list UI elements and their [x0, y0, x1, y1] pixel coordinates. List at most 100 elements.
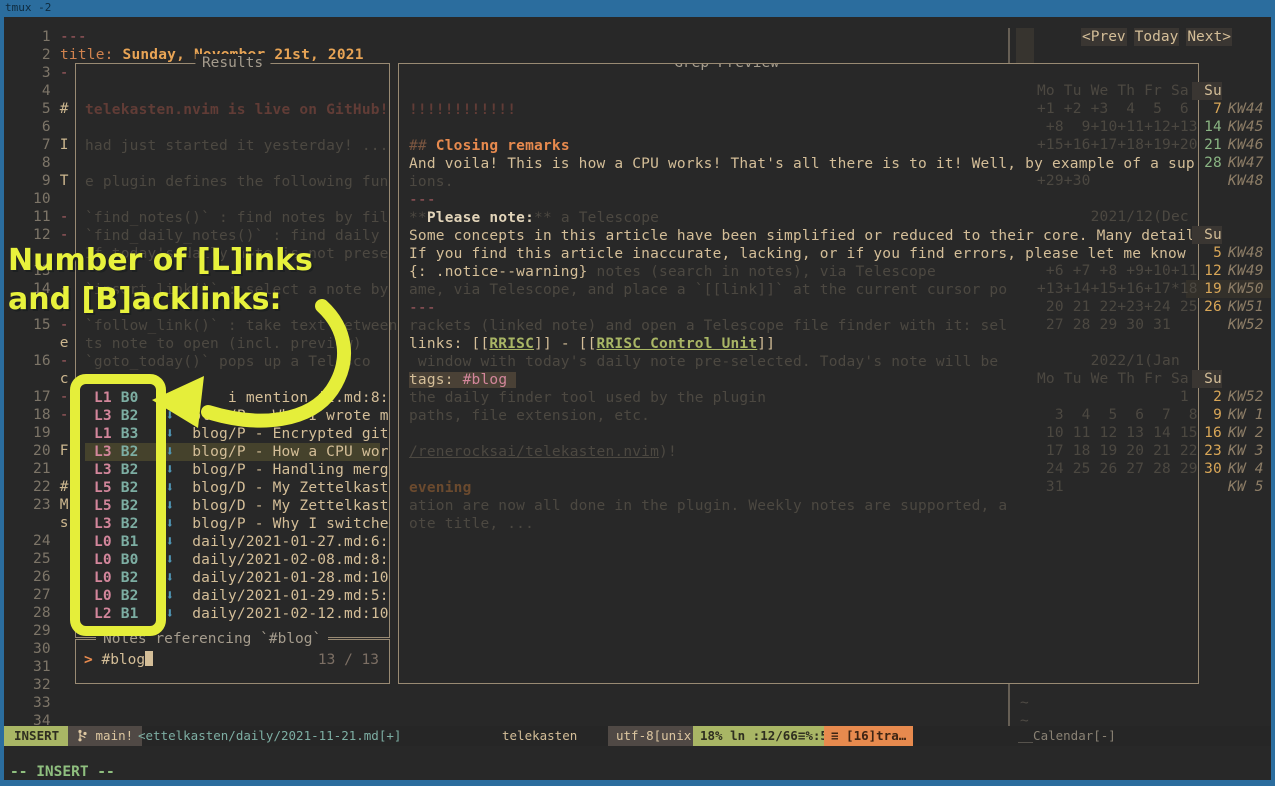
preview-row: the daily finder tool used by the plugin: [409, 389, 766, 407]
entry-label: blog/P - Encrypted git: [192, 426, 388, 442]
results-ghost-row: `follow_link()` : take text between: [85, 317, 398, 335]
line-number: 1: [33, 29, 51, 45]
line-number: 26: [33, 569, 51, 585]
entry-label: daily/2021-02-12.md:10: [192, 606, 388, 622]
gutter-row: 4: [33, 82, 51, 100]
preview-text: Some concepts in this article have been …: [409, 228, 1195, 244]
line-number: 17: [33, 389, 51, 405]
preview-text: window with today's daily note pre-selec…: [409, 354, 998, 370]
preview-text: Please note:: [427, 210, 534, 226]
preview-text: ---: [409, 300, 436, 316]
calendar-week-number: KW52: [1228, 388, 1264, 406]
calendar-week-number: KW 1: [1228, 406, 1264, 424]
gutter-row: 10: [33, 190, 51, 208]
calendar-day[interactable]: 19: [1192, 280, 1222, 298]
command-line-mode: -- INSERT --: [10, 763, 115, 780]
results-ghost-row: `goto_today()` pops up a Telesco: [85, 353, 371, 371]
gutter-row: 3 -: [33, 64, 69, 82]
preview-text: And voila! This is how a CPU works! That…: [409, 156, 1195, 172]
entry-label: blog/D - My Zettelkast: [192, 480, 388, 496]
entry-label: blog/P - Why I wrote m: [192, 408, 388, 424]
gutter-row: 22 #: [33, 478, 69, 496]
preview-text: links: [[: [409, 336, 489, 352]
calendar-day[interactable]: 28: [1192, 154, 1222, 172]
mode-indicator: INSERT: [4, 726, 69, 746]
line-number: 20: [33, 443, 51, 459]
calendar-day[interactable]: 7: [1192, 100, 1222, 118]
gutter-row: 30: [33, 640, 51, 658]
calendar-day[interactable]: 12: [1192, 262, 1222, 280]
line-number: 32: [33, 677, 51, 693]
calendar-day[interactable]: 26: [1192, 298, 1222, 316]
preview-text: **: [534, 210, 552, 226]
terminal-window: tmux -2 <Prev Today Next> 1 2 3 - 4 5 # …: [0, 0, 1275, 786]
statusline: INSERT main! <ettelkasten/daily/2021-11-…: [4, 726, 1271, 746]
gutter-row: 8: [33, 154, 51, 172]
line-number: 19: [33, 425, 51, 441]
annotation-highlight-box: [70, 374, 166, 636]
calendar-prev-button[interactable]: <Prev: [1081, 28, 1127, 46]
gutter-row: 25: [33, 550, 51, 568]
results-pane-title: Results: [195, 54, 270, 72]
preview-row: And voila! This is how a CPU works! That…: [409, 155, 1195, 173]
calendar-ghost-row: Mo Tu We Th Fr Sa: [1037, 370, 1189, 388]
line-number: 12: [33, 227, 51, 243]
calendar-sunday-header: Su: [1192, 370, 1222, 388]
line-number: 30: [33, 641, 51, 657]
line-number: 15: [33, 317, 51, 333]
calendar-ghost-row: 3 4 5 6 7 8: [1037, 406, 1198, 424]
calendar-ghost-row: 10 11 12 13 14 15: [1037, 424, 1198, 442]
calendar-day[interactable]: 21: [1192, 136, 1222, 154]
preview-row: !!!!!!!!!!!!: [409, 101, 516, 119]
buffer-margin-char: M: [51, 497, 69, 513]
calendar-sunday-header: Su: [1192, 226, 1222, 244]
calendar-day[interactable]: 16: [1192, 424, 1222, 442]
gutter-row: 23 M: [33, 496, 69, 514]
calendar-day[interactable]: 9: [1192, 406, 1222, 424]
gutter-row: 21: [33, 460, 51, 478]
preview-row: {: .notice--warning} notes (search in no…: [409, 263, 936, 281]
calendar-today-button[interactable]: Today: [1134, 28, 1180, 46]
calendar-day[interactable]: 23: [1192, 442, 1222, 460]
preview-text: ]] - [[: [534, 336, 597, 352]
tmux-title-bar: tmux -2: [0, 0, 1275, 17]
window-separator: [1008, 682, 1010, 726]
calendar-ghost-row: 31: [1037, 478, 1064, 496]
calendar-day[interactable]: 5: [1192, 244, 1222, 262]
buffer-text: ---: [60, 29, 87, 45]
preview-text: [507, 372, 516, 388]
preview-text: RRISC Control Unit: [597, 336, 758, 352]
calendar-day[interactable]: 2: [1192, 388, 1222, 406]
search-input[interactable]: > #blog: [84, 651, 153, 669]
gutter-row: e: [33, 334, 69, 352]
preview-text: ions.: [409, 174, 454, 190]
buffer-margin-char: -: [51, 227, 69, 243]
calendar-ghost-row: +15+16+17+18+19+20: [1037, 136, 1198, 154]
calendar-week-number: KW46: [1228, 136, 1264, 154]
preview-text: #blog: [463, 372, 508, 388]
preview-pane-title: Grep Preview: [667, 63, 786, 72]
preview-text: ---: [409, 192, 436, 208]
line-number: 16: [33, 353, 51, 369]
gutter-row: 27: [33, 586, 51, 604]
calendar-week-number: KW50: [1228, 280, 1264, 298]
line-number: 3: [33, 65, 51, 81]
calendar-ghost-row: +8 9+10+11+12+13: [1037, 118, 1198, 136]
calendar-day[interactable]: 30: [1192, 460, 1222, 478]
preview-row: window with today's daily note pre-selec…: [409, 353, 998, 371]
calendar-week-number: KW 3: [1228, 442, 1264, 460]
calendar-ghost-row: +6 +7 +8 +9+10+11: [1037, 262, 1198, 280]
file-encoding: utf-8[unix]: [608, 726, 707, 746]
calendar-week-number: KW 5: [1228, 478, 1264, 496]
line-number: 2: [33, 47, 51, 63]
calendar-day[interactable]: 14: [1192, 118, 1222, 136]
preview-text: tags:: [409, 372, 463, 388]
line-number: 10: [33, 191, 51, 207]
buffer-margin-char: e: [51, 335, 69, 351]
window-separator: [1008, 28, 1010, 63]
line-number: 24: [33, 533, 51, 549]
calendar-next-button[interactable]: Next>: [1186, 28, 1232, 46]
gutter-row: 32: [33, 676, 51, 694]
entry-label: daily/2021-01-28.md:10: [192, 570, 388, 586]
gutter-row: s: [33, 514, 69, 532]
